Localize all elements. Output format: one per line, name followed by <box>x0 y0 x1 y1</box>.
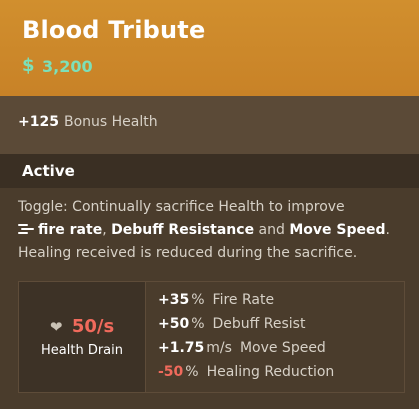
item-tooltip: Blood Tribute $ 3,200 +125 Bonus Health A… <box>0 0 419 409</box>
soul-currency-icon: $ <box>22 55 35 76</box>
active-section-header: Active <box>0 154 419 188</box>
modifier-row: -50% Healing Reduction <box>158 364 335 380</box>
health-drain-box: ❤ 50/s Health Drain <box>18 281 146 393</box>
item-header: Blood Tribute $ 3,200 <box>0 0 419 96</box>
ability-description: Toggle: Continually sacrifice Health to … <box>18 199 390 261</box>
health-drain-label: Health Drain <box>41 343 123 358</box>
active-label: Active <box>22 162 75 180</box>
modifier-row: +1.75 m/s Move Speed <box>158 340 326 356</box>
item-cost: $ 3,200 <box>22 55 93 77</box>
bonus-health-label: Bonus Health <box>63 114 158 130</box>
item-title: Blood Tribute <box>22 16 206 44</box>
stats-panel: ❤ 50/s Health Drain +35% Fire Rate +50% … <box>18 281 405 393</box>
health-drain-value: 50/s <box>71 316 115 337</box>
modifier-row: +50% Debuff Resist <box>158 316 306 332</box>
broken-heart-icon: ❤ <box>49 317 63 336</box>
bonus-health-value: +125 <box>18 114 59 130</box>
modifier-list: +35% Fire Rate +50% Debuff Resist +1.75 m… <box>146 281 405 393</box>
fire-rate-icon <box>18 223 34 235</box>
modifier-row: +35% Fire Rate <box>158 292 275 308</box>
cost-value: 3,200 <box>42 56 93 76</box>
bonus-stat-row: +125 Bonus Health <box>0 96 419 154</box>
